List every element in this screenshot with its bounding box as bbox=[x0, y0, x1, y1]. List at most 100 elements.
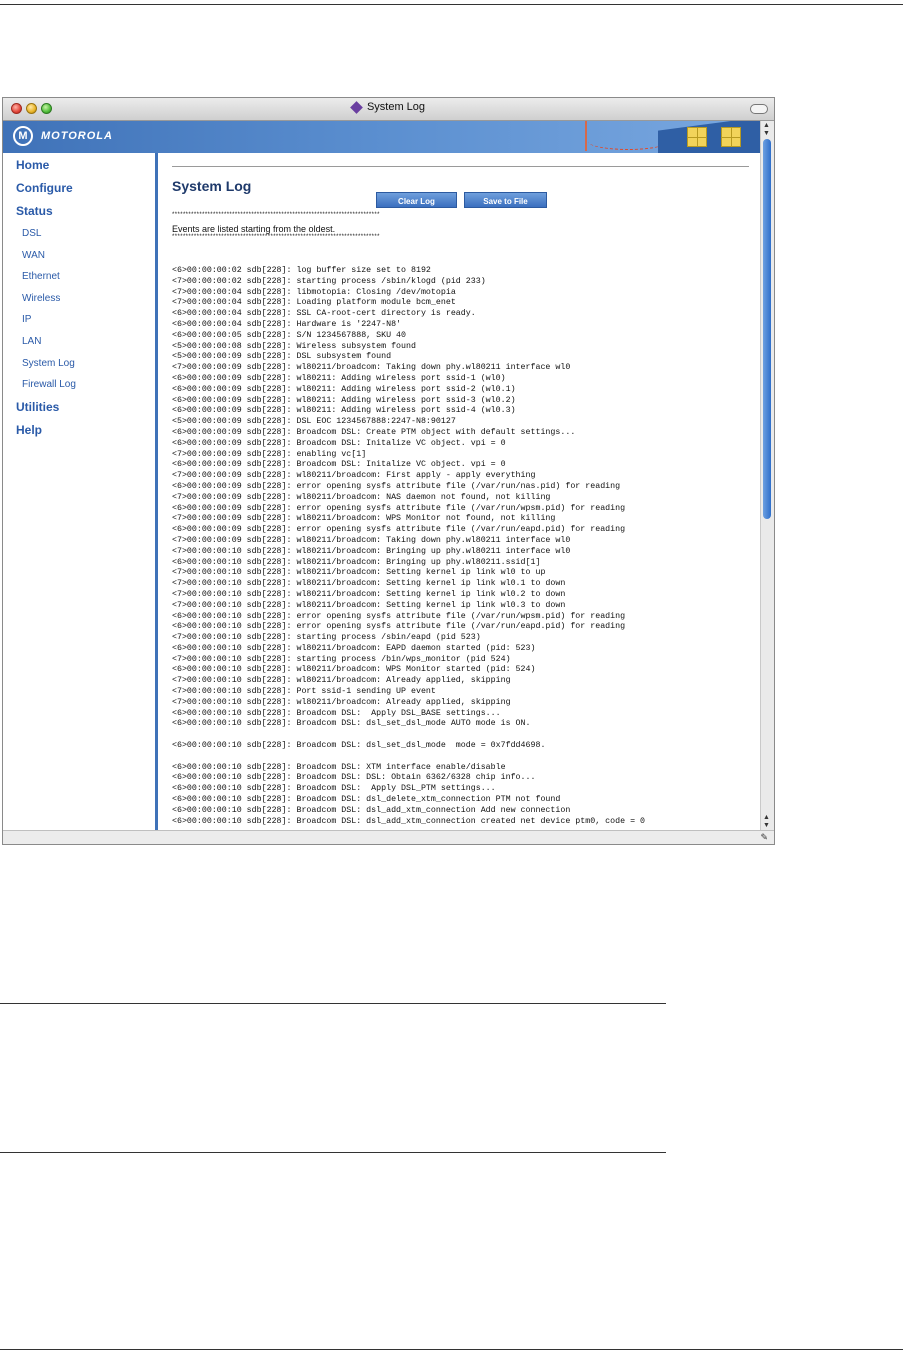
log-line: <7>00:00:00:10 sdb[228]: wl80211/broadco… bbox=[172, 589, 566, 599]
nav-status[interactable]: Status bbox=[16, 204, 53, 218]
log-line: <6>00:00:00:02 sdb[228]: log buffer size… bbox=[172, 266, 431, 275]
nav-help[interactable]: Help bbox=[16, 423, 42, 437]
nav-status-dsl[interactable]: DSL bbox=[22, 228, 41, 239]
nav-status-system-log[interactable]: System Log bbox=[22, 358, 75, 369]
nav-status-wan[interactable]: WAN bbox=[22, 250, 45, 261]
nav-status-wireless[interactable]: Wireless bbox=[22, 293, 60, 304]
log-order-note: Events are listed starting from the olde… bbox=[172, 224, 336, 234]
log-line: <6>00:00:00:10 sdb[228]: error opening s… bbox=[172, 611, 626, 621]
log-line: <7>00:00:00:09 sdb[228]: wl80211/broadco… bbox=[172, 363, 571, 373]
status-bar: ✎ bbox=[3, 830, 774, 844]
log-line: <6>00:00:00:10 sdb[228]: Broadcom DSL: A… bbox=[172, 784, 496, 794]
log-line: <6>00:00:00:09 sdb[228]: wl80211: Adding… bbox=[172, 406, 516, 416]
log-line: <7>00:00:00:09 sdb[228]: wl80211/broadco… bbox=[172, 492, 551, 502]
nav-status-firewall-log[interactable]: Firewall Log bbox=[22, 379, 76, 390]
log-line: <6>00:00:00:10 sdb[228]: wl80211/broadco… bbox=[172, 643, 536, 653]
nav-configure[interactable]: Configure bbox=[16, 181, 73, 195]
log-line: <7>00:00:00:02 sdb[228]: starting proces… bbox=[172, 276, 486, 286]
log-line: <7>00:00:00:04 sdb[228]: Loading platfor… bbox=[172, 298, 456, 308]
log-line: <7>00:00:00:09 sdb[228]: wl80211/broadco… bbox=[172, 471, 536, 481]
log-line: <7>00:00:00:04 sdb[228]: libmotopia: Clo… bbox=[172, 287, 456, 297]
nav-status-ethernet[interactable]: Ethernet bbox=[22, 271, 60, 282]
log-line: <6>00:00:00:10 sdb[228]: Broadcom DSL: d… bbox=[172, 805, 571, 815]
log-line: <6>00:00:00:09 sdb[228]: Broadcom DSL: C… bbox=[172, 427, 576, 437]
log-line: <7>00:00:00:10 sdb[228]: starting proces… bbox=[172, 654, 511, 664]
motorola-logo-text: MOTOROLA bbox=[41, 130, 113, 142]
log-line: <6>00:00:00:09 sdb[228]: error opening s… bbox=[172, 481, 621, 491]
log-line: <7>00:00:00:09 sdb[228]: wl80211/broadco… bbox=[172, 514, 556, 524]
clear-log-button[interactable]: Clear Log bbox=[376, 192, 457, 208]
log-line: <6>00:00:00:10 sdb[228]: Broadcom DSL: d… bbox=[172, 719, 531, 729]
log-line: <6>00:00:00:09 sdb[228]: error opening s… bbox=[172, 503, 626, 513]
nav-status-ip[interactable]: IP bbox=[22, 314, 31, 325]
log-line: <7>00:00:00:10 sdb[228]: wl80211/broadco… bbox=[172, 676, 511, 686]
log-line: <6>00:00:00:10 sdb[228]: Broadcom DSL: X… bbox=[172, 762, 506, 772]
house-decoration bbox=[658, 121, 762, 153]
log-line: <6>00:00:00:10 sdb[228]: Broadcom DSL: A… bbox=[172, 708, 501, 718]
separator-stars-bottom: ****************************************… bbox=[172, 234, 380, 240]
antenna-tower-icon bbox=[585, 121, 587, 151]
log-line: <6>00:00:00:10 sdb[228]: wl80211/broadco… bbox=[172, 557, 541, 567]
log-line: <6>00:00:00:09 sdb[228]: wl80211: Adding… bbox=[172, 373, 506, 383]
nav-home[interactable]: Home bbox=[16, 158, 49, 172]
log-line: <6>00:00:00:05 sdb[228]: S/N 1234567888,… bbox=[172, 330, 407, 340]
log-line: <6>00:00:00:10 sdb[228]: Broadcom DSL: d… bbox=[172, 816, 645, 826]
motorola-banner: M MOTOROLA bbox=[3, 121, 762, 153]
log-line: <6>00:00:00:09 sdb[228]: Broadcom DSL: I… bbox=[172, 438, 506, 448]
document-icon bbox=[350, 100, 363, 114]
window-decoration-left bbox=[687, 127, 707, 147]
log-line: <5>00:00:00:09 sdb[228]: DSL EOC 1234567… bbox=[172, 417, 456, 427]
scrollbar-thumb[interactable] bbox=[763, 139, 771, 519]
edit-pencil-icon[interactable]: ✎ bbox=[760, 832, 768, 843]
log-line: <7>00:00:00:10 sdb[228]: wl80211/broadco… bbox=[172, 546, 571, 556]
main-content: System Log Clear Log Save to File ******… bbox=[160, 153, 760, 831]
log-line: <7>00:00:00:10 sdb[228]: wl80211/broadco… bbox=[172, 568, 546, 578]
log-line: <7>00:00:00:10 sdb[228]: starting proces… bbox=[172, 633, 481, 643]
sidebar-nav: Home Configure Status DSL WAN Ethernet W… bbox=[3, 153, 158, 831]
motorola-logo-icon: M bbox=[13, 126, 33, 146]
scroll-down-top-icon[interactable]: ▼ bbox=[763, 130, 770, 138]
log-line: <6>00:00:00:10 sdb[228]: Broadcom DSL: D… bbox=[172, 773, 536, 783]
log-line: <6>00:00:00:04 sdb[228]: Hardware is '22… bbox=[172, 319, 402, 329]
log-line: <5>00:00:00:09 sdb[228]: DSL subsystem f… bbox=[172, 352, 392, 362]
log-line: <6>00:00:00:10 sdb[228]: error opening s… bbox=[172, 622, 626, 632]
window-titlebar: System Log bbox=[3, 98, 774, 121]
log-line: <6>00:00:00:10 sdb[228]: wl80211/broadco… bbox=[172, 665, 536, 675]
log-line: <6>00:00:00:10 sdb[228]: Broadcom DSL: d… bbox=[172, 741, 546, 751]
log-line: <5>00:00:00:08 sdb[228]: Wireless subsys… bbox=[172, 341, 416, 351]
scroll-down-icon[interactable]: ▼ bbox=[763, 822, 770, 830]
section-rule-2 bbox=[0, 1152, 666, 1153]
log-line: <7>00:00:00:09 sdb[228]: wl80211/broadco… bbox=[172, 535, 571, 545]
log-line: <6>00:00:00:04 sdb[228]: SSL CA-root-cer… bbox=[172, 309, 476, 319]
browser-window: System Log M MOTOROLA Home Configure Sta… bbox=[2, 97, 775, 845]
log-line: <6>00:00:00:09 sdb[228]: error opening s… bbox=[172, 525, 626, 535]
scroll-up-top-icon[interactable]: ▲ bbox=[763, 122, 770, 130]
vertical-scrollbar[interactable]: ▲ ▼ ▲ ▼ bbox=[760, 121, 774, 831]
log-line: <6>00:00:00:10 sdb[228]: Broadcom DSL: d… bbox=[172, 795, 561, 805]
bottom-rule bbox=[0, 1349, 903, 1350]
system-log-output: <6>00:00:00:02 sdb[228]: log buffer size… bbox=[172, 266, 760, 827]
nav-status-lan[interactable]: LAN bbox=[22, 336, 41, 347]
log-line: <7>00:00:00:10 sdb[228]: wl80211/broadco… bbox=[172, 697, 511, 707]
log-line: <6>00:00:00:09 sdb[228]: wl80211: Adding… bbox=[172, 395, 516, 405]
toolbar-toggle-button[interactable] bbox=[750, 104, 768, 114]
content-rule bbox=[172, 166, 749, 167]
save-to-file-button[interactable]: Save to File bbox=[464, 192, 547, 208]
nav-utilities[interactable]: Utilities bbox=[16, 400, 59, 414]
log-line: <7>00:00:00:09 sdb[228]: enabling vc[1] bbox=[172, 449, 367, 459]
section-rule-1 bbox=[0, 1003, 666, 1004]
log-line: <7>00:00:00:10 sdb[228]: wl80211/broadco… bbox=[172, 600, 566, 610]
log-line: <7>00:00:00:10 sdb[228]: Port ssid-1 sen… bbox=[172, 687, 436, 697]
top-rule bbox=[0, 4, 903, 5]
separator-stars-top: ****************************************… bbox=[172, 212, 380, 218]
log-line: <6>00:00:00:09 sdb[228]: wl80211: Adding… bbox=[172, 384, 516, 394]
window-title: System Log bbox=[3, 100, 774, 114]
window-title-text: System Log bbox=[366, 101, 426, 113]
log-line: <7>00:00:00:10 sdb[228]: wl80211/broadco… bbox=[172, 579, 566, 589]
scroll-up-icon[interactable]: ▲ bbox=[763, 814, 770, 822]
log-line: <6>00:00:00:09 sdb[228]: Broadcom DSL: I… bbox=[172, 460, 506, 470]
window-decoration-right bbox=[721, 127, 741, 147]
signal-arc-decoration bbox=[588, 133, 668, 150]
